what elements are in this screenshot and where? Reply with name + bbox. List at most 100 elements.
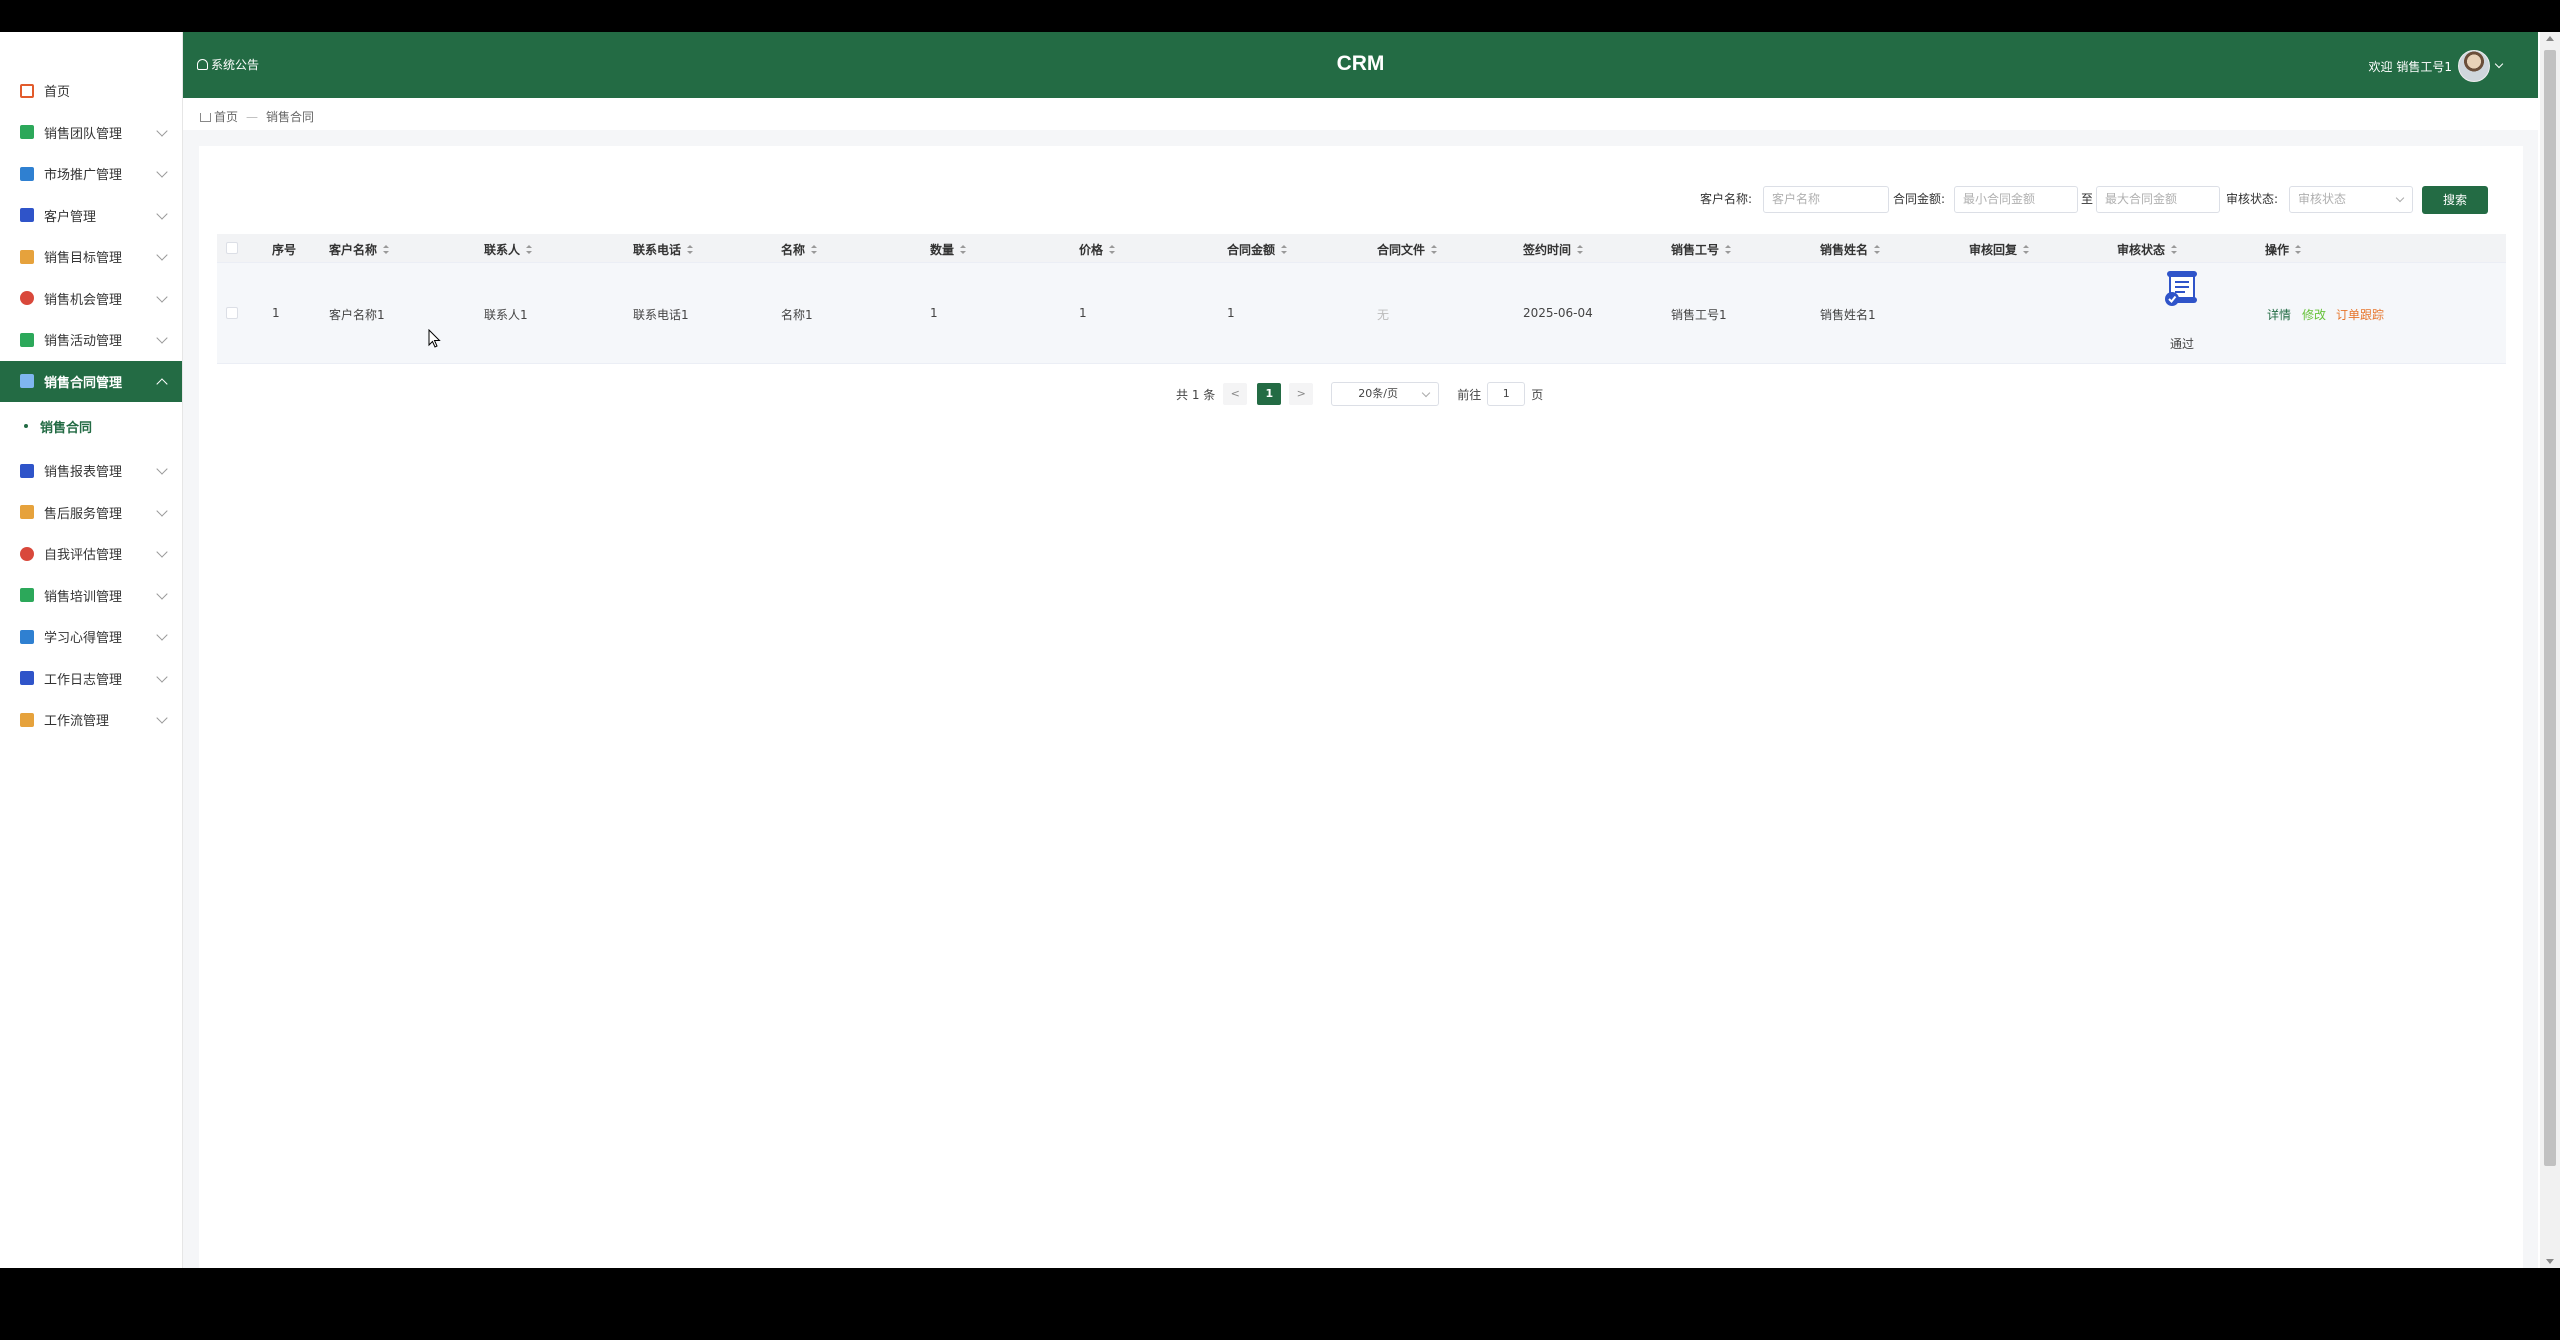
sort-icon[interactable] (811, 245, 818, 254)
max-amount-input[interactable]: 最大合同金额 (2096, 186, 2220, 213)
detail-link[interactable]: 详情 (2267, 306, 2291, 323)
scrollbar-thumb[interactable] (2544, 50, 2556, 1166)
column-header-label: 客户名称 (329, 243, 378, 257)
goto-suffix: 页 (1531, 387, 1544, 402)
column-header-label: 联系人 (484, 243, 521, 257)
sidebar-item-study[interactable]: 学习心得管理 (0, 616, 182, 658)
column-header-label: 审核回复 (1969, 243, 2018, 257)
select-all-checkbox[interactable] (226, 242, 238, 254)
app-title: CRM (1336, 52, 1385, 75)
sort-icon[interactable] (1725, 245, 1732, 254)
scroll-down-arrow-icon[interactable] (2546, 1259, 2554, 1264)
goto-prefix: 前往 (1457, 387, 1482, 402)
column-header[interactable]: 销售姓名 (1820, 241, 1881, 258)
sidebar-item-opportunity[interactable]: 销售机会管理 (0, 278, 182, 320)
submenu-item-sales-contract[interactable]: 销售合同 (0, 402, 182, 450)
assess-icon (20, 546, 34, 561)
next-page-button[interactable]: > (1289, 383, 1314, 405)
breadcrumb-separator: — (246, 109, 259, 124)
sidebar-item-log[interactable]: 工作日志管理 (0, 658, 182, 700)
column-header[interactable]: 操作 (2265, 241, 2302, 258)
breadcrumb-current: 销售合同 (266, 110, 315, 124)
column-header[interactable]: 销售工号 (1671, 241, 1732, 258)
amount-range-separator: 至 (2081, 192, 2094, 206)
sidebar-item-label: 销售报表管理 (44, 465, 123, 481)
sort-icon[interactable] (1577, 245, 1584, 254)
sort-icon[interactable] (526, 245, 533, 254)
sort-icon[interactable] (1431, 245, 1438, 254)
column-header[interactable]: 审核状态 (2117, 241, 2178, 258)
chevron-down-icon (156, 249, 168, 261)
column-header-label: 名称 (781, 243, 806, 257)
customer-name-input[interactable]: 客户名称 (1763, 186, 1889, 213)
page-size-value: 20条/页 (1358, 387, 1398, 400)
sort-icon[interactable] (2171, 245, 2178, 254)
sort-icon[interactable] (383, 245, 390, 254)
breadcrumb-home[interactable]: 首页 (214, 108, 238, 125)
column-header-label: 合同文件 (1377, 243, 1426, 257)
sidebar-item-workflow[interactable]: 工作流管理 (0, 699, 182, 741)
search-button[interactable]: 搜索 (2422, 186, 2488, 214)
sidebar: 首页 销售团队管理 市场推广管理 客户管理 销售目标管理 销售机会管理 销售活动管理 销售合同… (0, 32, 183, 1268)
customer-name-label: 客户名称: (1700, 192, 1753, 206)
page-scrollbar[interactable] (2540, 32, 2560, 1268)
home-icon (20, 83, 34, 98)
column-header[interactable]: 审核回复 (1969, 241, 2030, 258)
page-1-button[interactable]: 1 (1257, 383, 1282, 405)
column-header[interactable]: 合同文件 (1377, 241, 1438, 258)
activity-icon (20, 332, 34, 347)
sidebar-item-service[interactable]: 售后服务管理 (0, 492, 182, 534)
column-header[interactable]: 联系电话 (633, 241, 694, 258)
chevron-down-icon (156, 546, 168, 558)
sort-icon[interactable] (2295, 245, 2302, 254)
sidebar-item-target[interactable]: 销售目标管理 (0, 236, 182, 278)
column-header[interactable]: 价格 (1079, 241, 1116, 258)
sidebar-item-activity[interactable]: 销售活动管理 (0, 319, 182, 361)
sort-icon[interactable] (960, 245, 967, 254)
chevron-down-icon (156, 587, 168, 600)
workflow-icon (20, 712, 34, 727)
sort-icon[interactable] (1109, 245, 1116, 254)
column-header[interactable]: 名称 (781, 241, 818, 258)
sidebar-item-contract[interactable]: 销售合同管理 (0, 360, 182, 402)
mouse-cursor-icon (428, 329, 441, 348)
sidebar-item-label: 自我评估管理 (44, 548, 123, 564)
contract-icon (20, 374, 34, 389)
team-icon (20, 125, 34, 140)
sidebar-item-report[interactable]: 销售报表管理 (0, 450, 182, 492)
goto-page-input[interactable]: 1 (1487, 382, 1526, 406)
column-header[interactable]: 数量 (930, 241, 967, 258)
sidebar-item-home[interactable]: 首页 (0, 70, 182, 112)
sidebar-menu: 首页 销售团队管理 市场推广管理 客户管理 销售目标管理 销售机会管理 销售活动管理 销售合同… (0, 32, 182, 741)
review-status-select[interactable]: 审核状态 (2289, 186, 2413, 213)
sidebar-item-promo[interactable]: 市场推广管理 (0, 153, 182, 195)
sidebar-item-team[interactable]: 销售团队管理 (0, 112, 182, 154)
column-header[interactable]: 合同金额 (1227, 241, 1288, 258)
column-header[interactable]: 联系人 (484, 241, 533, 258)
column-header-label: 操作 (2265, 243, 2290, 257)
order-track-link[interactable]: 订单跟踪 (2336, 306, 2384, 323)
chevron-down-icon (156, 124, 168, 137)
sidebar-item-training[interactable]: 销售培训管理 (0, 575, 182, 617)
edit-link[interactable]: 修改 (2302, 306, 2326, 323)
sidebar-item-customer[interactable]: 客户管理 (0, 195, 182, 237)
column-header[interactable]: 客户名称 (329, 241, 390, 258)
sidebar-item-assess[interactable]: 自我评估管理 (0, 533, 182, 575)
sort-icon[interactable] (687, 245, 694, 254)
min-amount-input[interactable]: 最小合同金额 (1954, 186, 2078, 213)
user-menu[interactable]: 欢迎 销售工号1 (2368, 50, 2504, 82)
chevron-down-icon (156, 670, 168, 683)
avatar[interactable] (2458, 50, 2490, 82)
row-checkbox[interactable] (226, 307, 238, 319)
breadcrumb: 首页 — 销售合同 (200, 108, 314, 125)
sort-icon[interactable] (1281, 245, 1288, 254)
chevron-down-icon (156, 166, 168, 178)
page-size-select[interactable]: 20条/页 (1331, 382, 1440, 406)
sort-icon[interactable] (1874, 245, 1881, 254)
scroll-up-arrow-icon[interactable] (2546, 36, 2554, 41)
column-header[interactable]: 签约时间 (1523, 241, 1584, 258)
sort-icon[interactable] (2023, 245, 2030, 254)
opportunity-icon (20, 291, 34, 306)
welcome-text: 欢迎 销售工号1 (2368, 59, 2452, 74)
prev-page-button[interactable]: < (1223, 383, 1248, 405)
